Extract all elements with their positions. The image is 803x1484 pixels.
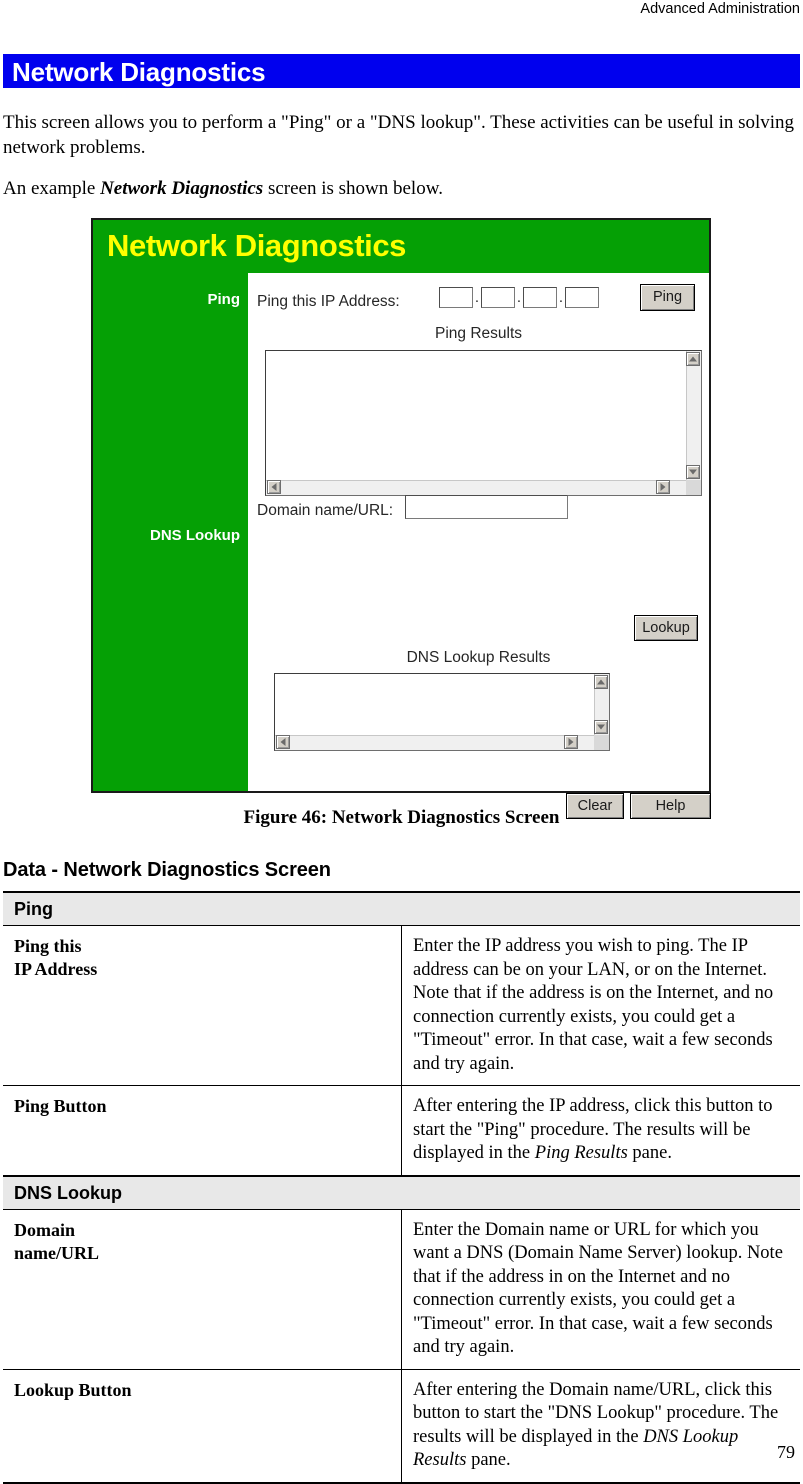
scroll-down-icon[interactable] (686, 465, 700, 479)
dns-results-horizontal-scrollbar[interactable] (275, 735, 594, 750)
ip-separator-dot-1: . (474, 289, 480, 306)
scrollbar-corner (594, 735, 609, 750)
ip-separator-dot-3: . (558, 289, 564, 306)
ping-ip-octet-group: . . . (439, 287, 599, 308)
table-row-label: Ping Button (3, 1085, 402, 1176)
chapter-banner: Network Diagnostics (3, 54, 800, 88)
figure-header-title: Network Diagnostics (107, 228, 407, 263)
ping-ip-octet-2[interactable] (481, 287, 515, 308)
table-row-description: After entering the IP address, click thi… (401, 1085, 800, 1176)
scroll-up-icon[interactable] (686, 352, 700, 366)
table-row: Lookup Button After entering the Domain n… (3, 1369, 800, 1484)
domain-name-input[interactable] (405, 495, 568, 519)
scroll-left-icon[interactable] (276, 735, 290, 749)
ping-ip-octet-4[interactable] (565, 287, 599, 308)
figure-sidebar: Ping DNS Lookup (93, 273, 248, 791)
example-prefix: An example (3, 178, 101, 199)
table-row: Ping this IP Address Enter the IP address … (3, 925, 800, 1086)
data-section-heading: Data - Network Diagnostics Screen (3, 859, 331, 881)
domain-name-label: Domain name/URL: (257, 502, 394, 519)
table-row: Ping Button After entering the IP address… (3, 1085, 800, 1176)
scrollbar-corner (686, 480, 701, 495)
table-group-header-row: DNS Lookup (3, 1174, 800, 1210)
ping-button[interactable]: Ping (640, 284, 695, 311)
scroll-right-icon[interactable] (656, 480, 670, 494)
table-row-description: Enter the IP address you wish to ping. T… (401, 925, 800, 1086)
example-paragraph: An example Network Diagnostics screen is… (3, 176, 798, 201)
ping-results-horizontal-scrollbar[interactable] (266, 480, 686, 495)
sidebar-item-ping: Ping (207, 291, 241, 308)
scroll-right-icon[interactable] (564, 735, 578, 749)
intro-paragraph: This screen allows you to perform a "Pin… (3, 112, 795, 158)
scroll-left-icon[interactable] (267, 480, 281, 494)
ping-ip-octet-3[interactable] (523, 287, 557, 308)
table-row-label: Lookup Button (3, 1369, 402, 1484)
lookup-button[interactable]: Lookup (634, 615, 698, 641)
table-group-title: DNS Lookup (3, 1174, 800, 1210)
ping-ip-label: Ping this IP Address: (257, 293, 400, 310)
figure-caption: Figure 46: Network Diagnostics Screen (243, 807, 560, 828)
scroll-up-icon[interactable] (594, 675, 608, 689)
data-network-diagnostics-table: Ping Ping this IP Address Enter the IP addr… (3, 891, 800, 1484)
example-suffix: screen is shown below. (263, 178, 443, 199)
table-row: Domain name/URL Enter the Domain name or U… (3, 1209, 800, 1370)
dns-results-pane[interactable] (274, 673, 610, 751)
table-group-title: Ping (3, 891, 800, 926)
example-screen-name: Network Diagnostics (100, 178, 264, 199)
running-head: Advanced Administration (640, 1, 800, 17)
ip-separator-dot-2: . (516, 289, 522, 306)
table-row-label: Ping this IP Address (3, 925, 402, 1086)
table-group-header-row: Ping (3, 891, 800, 926)
table-row-label: Domain name/URL (3, 1209, 402, 1370)
sidebar-item-dns-lookup: DNS Lookup (150, 527, 240, 544)
page-title: Network Diagnostics (12, 57, 266, 87)
page-number: 79 (777, 1442, 795, 1462)
figure-content-pane: Ping this IP Address: . . . Ping Ping Re… (248, 273, 711, 819)
ping-results-label: Ping Results (434, 325, 522, 342)
table-row-description: Enter the Domain name or URL for which y… (401, 1209, 800, 1370)
ping-results-vertical-scrollbar[interactable] (686, 351, 701, 495)
figure-header-bar: Network Diagnostics (93, 220, 709, 273)
ping-results-pane[interactable] (265, 350, 702, 496)
scroll-down-icon[interactable] (594, 720, 608, 734)
table-row-description: After entering the Domain name/URL, clic… (401, 1369, 800, 1484)
ping-ip-octet-1[interactable] (439, 287, 473, 308)
network-diagnostics-screenshot: Network Diagnostics Ping DNS Lookup Ping… (91, 218, 711, 819)
dns-results-label: DNS Lookup Results (406, 649, 551, 666)
